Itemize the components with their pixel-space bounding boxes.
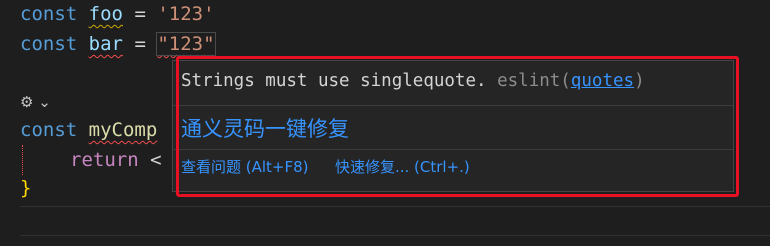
hover-actions: 查看问题 (Alt+F8) 快速修复... (Ctrl+.): [181, 153, 733, 181]
source-prefix: eslint(: [497, 71, 571, 91]
jsx-open: <: [150, 149, 162, 171]
rule-link[interactable]: quotes: [571, 71, 634, 91]
quick-fix-link[interactable]: 快速修复... (Ctrl+.): [335, 158, 470, 176]
closing-brace: }: [20, 177, 32, 199]
operator: =: [134, 3, 146, 25]
message-text: Strings must use singlequote.: [181, 71, 487, 91]
function-name: myComp: [88, 119, 158, 141]
string-literal: '123': [157, 3, 215, 25]
code-line-4: const myComp: [20, 116, 157, 144]
ai-fix-link[interactable]: 通义灵码一键修复: [181, 113, 349, 143]
keyword: const: [20, 3, 78, 25]
operator: =: [134, 33, 146, 55]
string-literal: "123": [156, 32, 216, 56]
keyword: const: [20, 119, 78, 141]
codelens-actions[interactable]: ⚙ ⌄: [20, 90, 51, 114]
diagnostic-source: eslint(quotes): [497, 71, 645, 91]
diagnostic-hover: Strings must use singlequote. eslint(quo…: [172, 60, 734, 192]
keyword: const: [20, 33, 78, 55]
copilot-icon[interactable]: ⚙: [20, 93, 33, 111]
source-suffix: ): [634, 71, 645, 91]
current-line-highlight: [20, 206, 770, 236]
indent-guide: [22, 145, 24, 175]
code-line-1: const foo = '123': [20, 0, 215, 28]
variable-name: bar: [88, 33, 123, 55]
keyword: return: [70, 149, 139, 171]
divider: [173, 149, 733, 150]
diagnostic-message: Strings must use singlequote. eslint(quo…: [181, 71, 645, 91]
variable-name: foo: [88, 3, 123, 25]
code-line-6: }: [20, 174, 31, 202]
code-line-5: return <: [70, 146, 162, 174]
code-line-2: const bar = "123": [20, 30, 216, 58]
chevron-down-icon[interactable]: ⌄: [38, 93, 51, 111]
divider: [173, 105, 733, 106]
view-problem-link[interactable]: 查看问题 (Alt+F8): [181, 158, 309, 176]
